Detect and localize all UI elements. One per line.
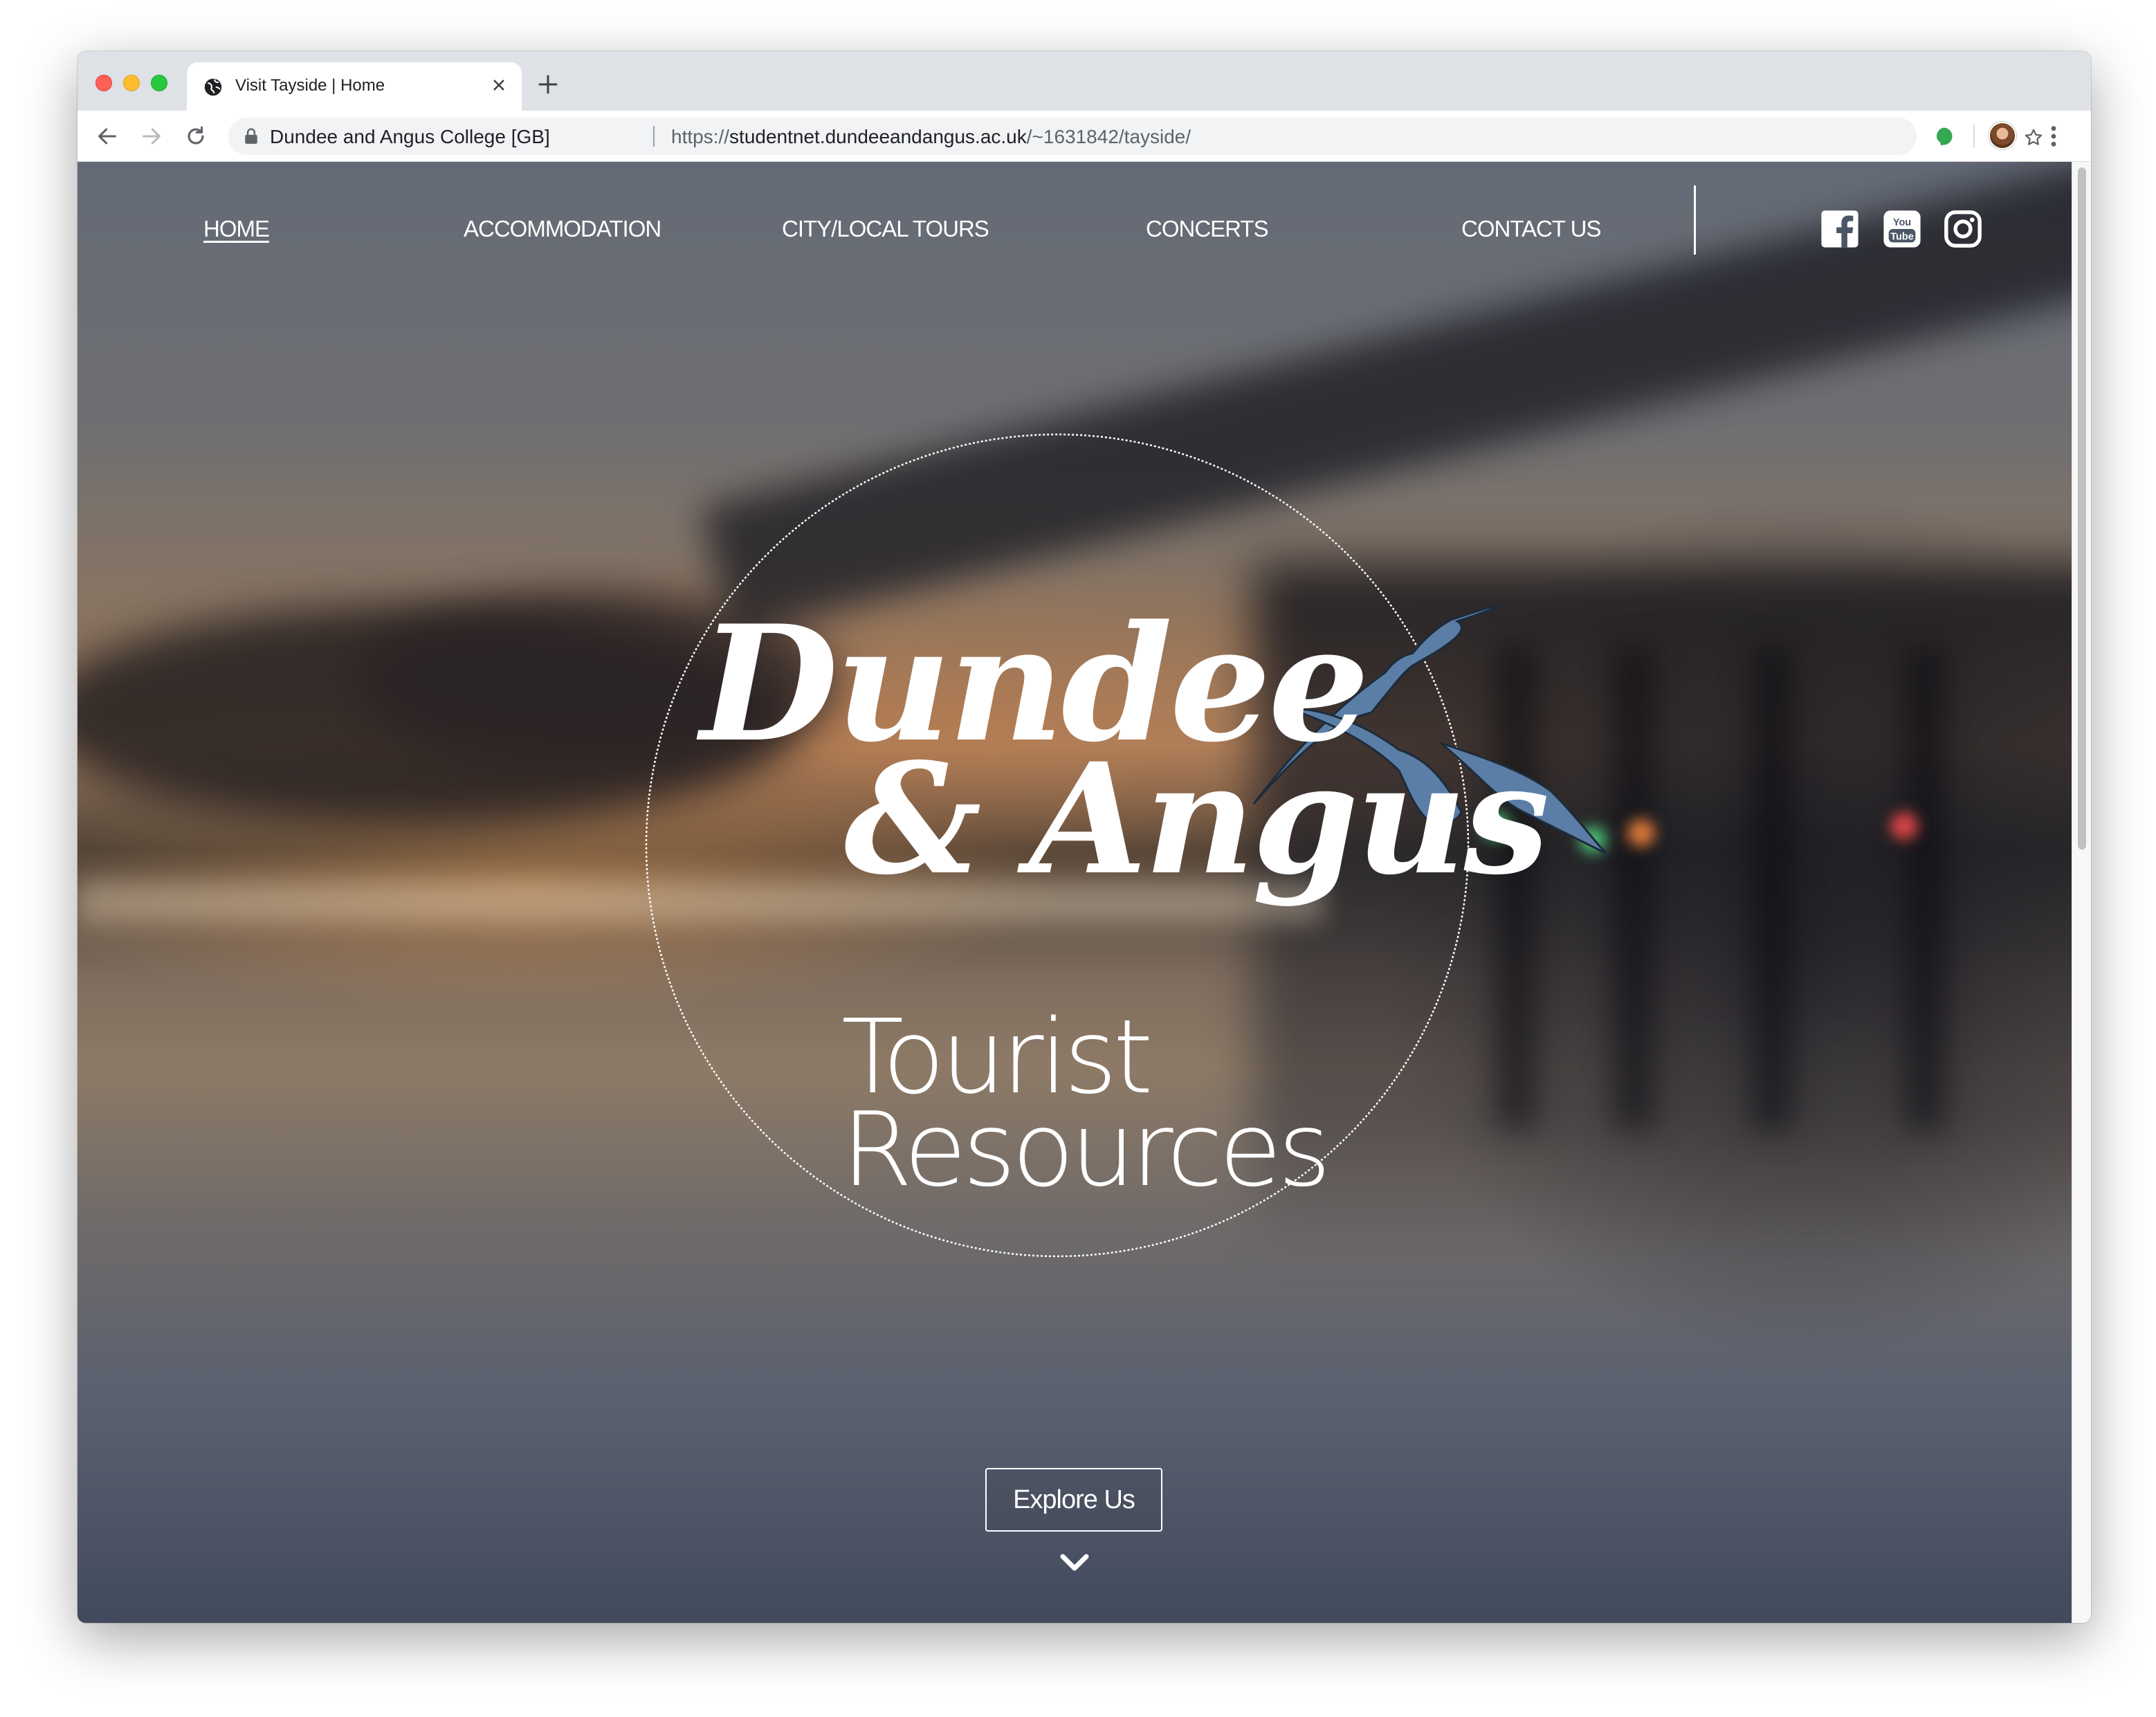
site-identity: Dundee and Angus College [GB] [270, 126, 550, 147]
new-tab-icon[interactable] [537, 73, 559, 95]
url-scheme: https:// [671, 126, 730, 147]
address-divider [653, 126, 655, 147]
url-host: studentnet.dundeeandangus.ac.uk [729, 126, 1027, 147]
globe-icon [204, 78, 222, 96]
back-arrow-icon[interactable] [95, 125, 119, 148]
nav-accommodation[interactable]: ACCOMMODATION [464, 216, 661, 242]
svg-text:You: You [1893, 217, 1911, 228]
extension-icon[interactable] [1933, 126, 1954, 147]
background-light [1890, 812, 1918, 840]
profile-avatar[interactable] [1989, 122, 2016, 149]
explore-us-button[interactable]: Explore Us [985, 1468, 1162, 1532]
youtube-icon[interactable]: You Tube [1882, 209, 1922, 249]
svg-text:Tube: Tube [1890, 232, 1914, 243]
minimize-window-button[interactable] [123, 75, 140, 91]
forward-arrow-icon[interactable] [140, 125, 163, 148]
maximize-window-button[interactable] [151, 75, 167, 91]
nav-home[interactable]: HOME [203, 216, 270, 242]
toolbar-divider [1973, 125, 1975, 148]
facebook-icon[interactable] [1820, 209, 1860, 249]
scrollbar-thumb[interactable] [2078, 167, 2086, 850]
tab-title: Visit Tayside | Home [235, 76, 385, 95]
browser-window: Visit Tayside | Home Dundee and Angus Co… [77, 51, 2091, 1623]
logo-title-line-2: & Angus [844, 729, 1549, 908]
logo-subtitle-line-2: Resources [841, 1090, 1331, 1209]
browser-toolbar: Dundee and Angus College [GB] https://st… [77, 111, 2091, 162]
lock-icon[interactable] [244, 128, 259, 145]
tab-strip: Visit Tayside | Home [77, 51, 2091, 111]
more-menu-icon[interactable] [2048, 125, 2059, 148]
nav-city-local-tours[interactable]: CITY/LOCAL TOURS [782, 216, 989, 242]
close-tab-icon[interactable] [488, 75, 509, 95]
background-pillar [1752, 646, 1793, 1130]
bookmark-star-icon[interactable] [2023, 127, 2044, 148]
nav-divider [1694, 185, 1696, 255]
close-window-button[interactable] [95, 75, 112, 91]
browser-tab[interactable]: Visit Tayside | Home [187, 62, 522, 111]
instagram-icon[interactable] [1943, 209, 1983, 249]
background-pillar [1904, 646, 1946, 1130]
nav-concerts[interactable]: CONCERTS [1146, 216, 1269, 242]
chevron-down-icon[interactable] [1059, 1551, 1090, 1574]
page-scrollbar[interactable] [2072, 162, 2091, 1623]
nav-contact-us[interactable]: CONTACT US [1461, 216, 1601, 242]
page-viewport: HOME ACCOMMODATION CITY/LOCAL TOURS CONC… [77, 162, 2072, 1623]
url-text[interactable]: https://studentnet.dundeeandangus.ac.uk/… [671, 126, 1191, 148]
url-path: /~1631842/tayside/ [1026, 126, 1191, 147]
reload-icon[interactable] [184, 125, 208, 148]
address-bar[interactable]: Dundee and Angus College [GB] https://st… [228, 118, 2043, 155]
